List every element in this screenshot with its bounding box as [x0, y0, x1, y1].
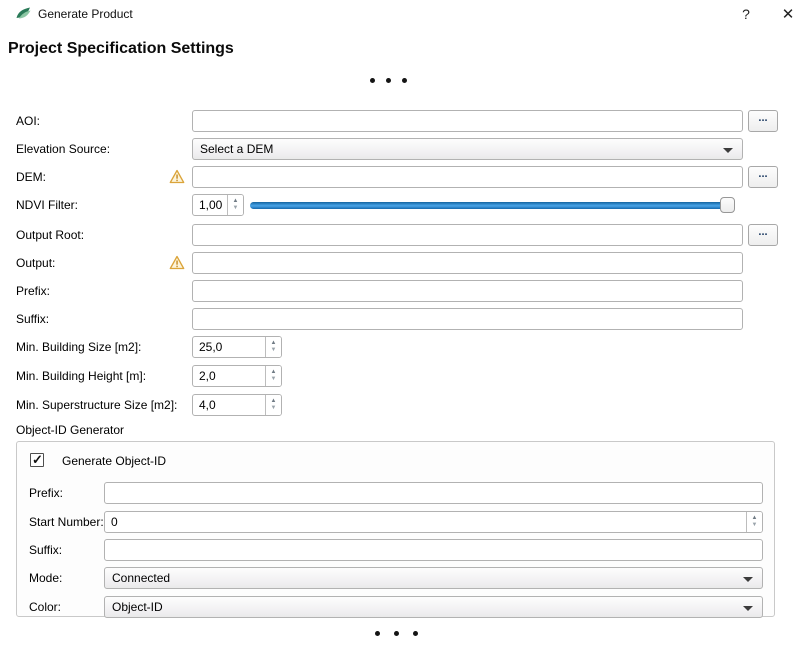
spin-up-icon[interactable]: ▲	[752, 515, 758, 522]
ndvi-slider-handle[interactable]	[720, 197, 735, 213]
output-row: Output:	[0, 252, 808, 274]
oid-start-number-row: Start Number: ▲ ▼	[17, 511, 776, 533]
elevation-source-label: Elevation Source:	[16, 142, 110, 156]
window-title: Generate Product	[38, 7, 133, 21]
dem-input[interactable]	[192, 166, 743, 188]
spin-up-icon[interactable]: ▲	[271, 340, 277, 347]
min-superstructure-size-row: Min. Superstructure Size [m2]: ▲ ▼	[0, 394, 808, 416]
aoi-row: AOI: ...	[0, 110, 808, 132]
oid-color-value: Object-ID	[112, 600, 163, 614]
object-id-generator-group: ✓ Generate Object-ID Prefix: Start Numbe…	[16, 441, 775, 617]
output-root-row: Output Root: ...	[0, 224, 808, 246]
prefix-row: Prefix:	[0, 280, 808, 302]
help-button[interactable]: ?	[735, 3, 757, 25]
elevation-source-value: Select a DEM	[200, 142, 273, 156]
oid-mode-value: Connected	[112, 571, 170, 585]
oid-color-label: Color:	[29, 600, 61, 614]
prefix-input[interactable]	[192, 280, 743, 302]
oid-prefix-row: Prefix:	[17, 482, 776, 504]
generate-object-id-checkbox[interactable]: ✓	[30, 453, 44, 467]
output-input[interactable]	[192, 252, 743, 274]
output-root-label: Output Root:	[16, 228, 84, 242]
close-icon[interactable]: ✕	[777, 3, 799, 25]
elevation-source-select[interactable]: Select a DEM	[192, 138, 743, 160]
spinner-arrows[interactable]: ▲ ▼	[265, 337, 281, 357]
min-building-size-spinbox[interactable]: ▲ ▼	[192, 336, 282, 358]
spin-down-icon[interactable]: ▼	[271, 405, 277, 412]
prefix-label: Prefix:	[16, 284, 50, 298]
suffix-row: Suffix:	[0, 308, 808, 330]
oid-mode-label: Mode:	[29, 571, 62, 585]
min-building-height-label: Min. Building Height [m]:	[16, 369, 146, 383]
spin-down-icon[interactable]: ▼	[271, 376, 277, 383]
page-title: Project Specification Settings	[8, 40, 234, 58]
oid-prefix-input[interactable]	[104, 482, 763, 504]
dem-browse-button[interactable]: ...	[748, 166, 778, 188]
spin-down-icon[interactable]: ▼	[271, 347, 277, 354]
output-label: Output:	[16, 256, 55, 270]
generate-object-id-label: Generate Object-ID	[62, 454, 166, 468]
aoi-browse-button[interactable]: ...	[748, 110, 778, 132]
min-superstructure-size-label: Min. Superstructure Size [m2]:	[16, 398, 177, 412]
spin-up-icon[interactable]: ▲	[271, 369, 277, 376]
ndvi-filter-label: NDVI Filter:	[16, 198, 78, 212]
min-building-height-row: Min. Building Height [m]: ▲ ▼	[0, 365, 808, 387]
suffix-label: Suffix:	[16, 312, 49, 326]
spin-up-icon[interactable]: ▲	[271, 398, 277, 405]
oid-mode-row: Mode: Connected	[17, 567, 776, 589]
oid-color-select[interactable]: Object-ID	[104, 596, 763, 618]
spinner-arrows[interactable]: ▲ ▼	[265, 366, 281, 386]
dem-row: DEM: ...	[0, 166, 808, 188]
oid-mode-select[interactable]: Connected	[104, 567, 763, 589]
titlebar: Generate Product ? ✕	[0, 0, 808, 28]
chevron-down-icon	[743, 577, 753, 582]
spin-down-icon[interactable]: ▼	[233, 205, 239, 212]
min-building-height-spinbox[interactable]: ▲ ▼	[192, 365, 282, 387]
spin-up-icon[interactable]: ▲	[233, 198, 239, 205]
elevation-source-row: Elevation Source: Select a DEM	[0, 138, 808, 160]
spin-down-icon[interactable]: ▼	[752, 522, 758, 529]
oid-start-number-input[interactable]	[104, 511, 763, 533]
chevron-down-icon	[723, 148, 733, 153]
ndvi-slider-track[interactable]	[250, 202, 735, 209]
output-root-input[interactable]	[192, 224, 743, 246]
ndvi-filter-row: NDVI Filter: ▲ ▼	[0, 194, 808, 216]
spinner-arrows[interactable]: ▲ ▼	[746, 512, 762, 532]
warning-icon	[169, 169, 185, 184]
app-icon	[15, 5, 32, 22]
min-building-size-label: Min. Building Size [m2]:	[16, 340, 141, 354]
ndvi-spinbox[interactable]: ▲ ▼	[192, 194, 244, 216]
min-superstructure-size-spinbox[interactable]: ▲ ▼	[192, 394, 282, 416]
oid-start-number-spinbox[interactable]: ▲ ▼	[104, 511, 763, 533]
spinner-arrows[interactable]: ▲ ▼	[227, 195, 243, 215]
spinner-arrows[interactable]: ▲ ▼	[265, 395, 281, 415]
oid-suffix-input[interactable]	[104, 539, 763, 561]
oid-color-row: Color: Object-ID	[17, 596, 776, 618]
scroll-ellipsis-top-icon	[370, 78, 407, 83]
oid-start-number-label: Start Number:	[29, 515, 104, 529]
oid-prefix-label: Prefix:	[29, 486, 63, 500]
object-id-generator-title: Object-ID Generator	[16, 423, 124, 437]
output-root-browse-button[interactable]: ...	[748, 224, 778, 246]
warning-icon	[169, 255, 185, 270]
suffix-input[interactable]	[192, 308, 743, 330]
dem-label: DEM:	[16, 170, 46, 184]
min-building-size-row: Min. Building Size [m2]: ▲ ▼	[0, 336, 808, 358]
aoi-input[interactable]	[192, 110, 743, 132]
chevron-down-icon	[743, 606, 753, 611]
aoi-label: AOI:	[16, 114, 40, 128]
scroll-ellipsis-bottom-icon	[375, 631, 418, 636]
check-icon: ✓	[32, 452, 43, 468]
oid-suffix-label: Suffix:	[29, 543, 62, 557]
oid-suffix-row: Suffix:	[17, 539, 776, 561]
